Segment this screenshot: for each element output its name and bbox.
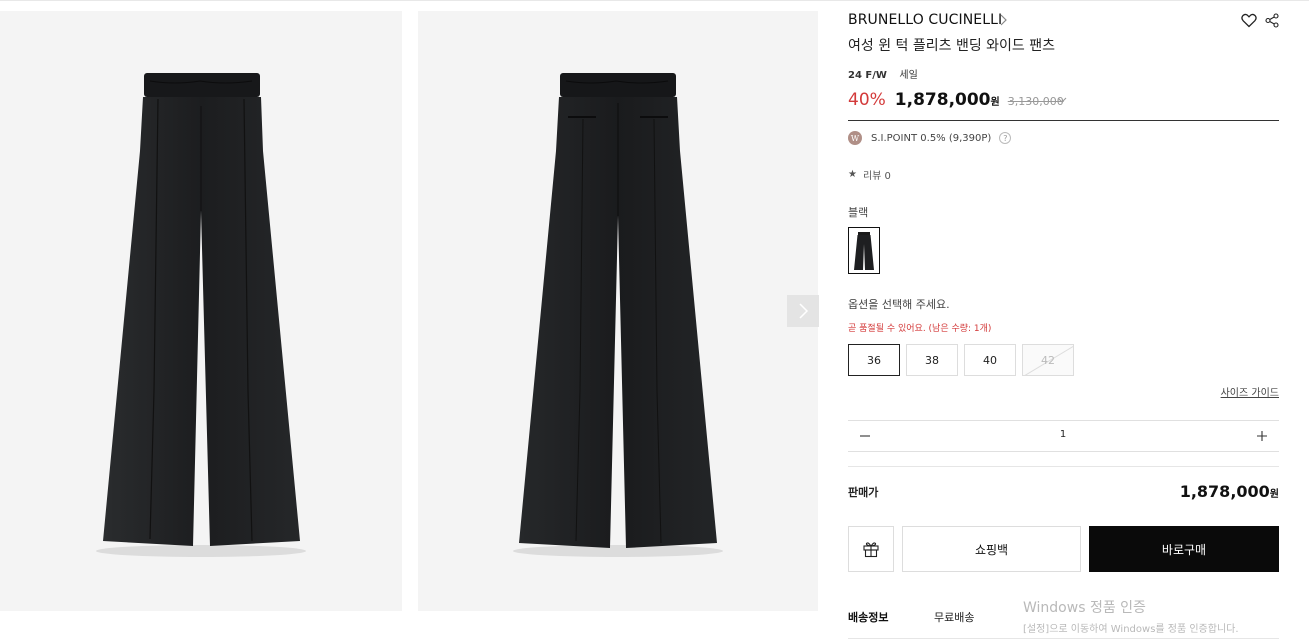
sale-price: 1,878,000 [894, 90, 991, 110]
size-option-42-label: 42 [1041, 353, 1055, 367]
summary-divider [848, 466, 1279, 467]
sale-tag: 세일 [899, 70, 918, 81]
total-price-value: 1,878,000 [1179, 482, 1270, 501]
product-tags: 24 F/W 세일 [848, 66, 927, 81]
brand-link[interactable]: BRUNELLO CUCINELLI [848, 12, 1002, 28]
quantity-value[interactable]: 1 [1028, 429, 1098, 440]
plus-icon[interactable] [1255, 429, 1269, 443]
minus-icon[interactable] [858, 429, 872, 443]
price-divider [848, 120, 1279, 121]
help-icon[interactable]: ? [999, 132, 1012, 144]
review-row[interactable]: ★ 리뷰 0 [848, 167, 891, 182]
product-image-front[interactable] [0, 11, 402, 611]
product-name: 여성 윈 턱 플리츠 밴딩 와이드 팬츠 [848, 38, 1056, 54]
shopping-bag-button[interactable]: 쇼핑백 [902, 526, 1081, 572]
price-row: 40% 1,878,000 원 3,130,000 [848, 90, 1073, 116]
season-tag: 24 F/W [848, 70, 887, 81]
color-swatch-black[interactable] [848, 227, 880, 274]
brand-row: BRUNELLO CUCINELLI [848, 10, 1279, 32]
quantity-stepper: 1 [848, 420, 1279, 452]
stock-warning: 곧 품절될 수 있어요. (남은 수량: 1개) [848, 324, 992, 334]
buy-now-button[interactable]: 바로구매 [1089, 526, 1279, 572]
shipping-value: 무료배송 [934, 611, 975, 624]
watermark-title: Windows 정품 인증 [1023, 600, 1146, 616]
chevron-right-icon[interactable] [999, 14, 1007, 26]
pants-thumbnail-icon [854, 231, 874, 270]
size-option-38[interactable]: 38 [906, 344, 958, 376]
size-option-40[interactable]: 40 [964, 344, 1016, 376]
watermark-subtitle: [설정]으로 이동하여 Windows를 정품 인증합니다. [1023, 624, 1239, 635]
shipping-label[interactable]: 배송정보 [848, 609, 888, 625]
points-badge-icon: W [848, 131, 862, 145]
color-label: 블랙 [848, 206, 869, 219]
size-option-36[interactable]: 36 [848, 344, 900, 376]
gallery-next-button[interactable] [787, 295, 819, 327]
total-price: 1,878,000원 [1180, 482, 1279, 501]
points-text: S.I.POINT 0.5% (9,390P) [871, 132, 992, 144]
product-info-panel: BRUNELLO CUCINELLI 여성 윈 턱 플리츠 밴딩 와이드 팬츠 … [848, 0, 1279, 640]
discount-rate: 40% [848, 90, 886, 110]
review-count: 리뷰 0 [862, 170, 891, 182]
star-icon: ★ [848, 168, 857, 180]
gift-button[interactable] [848, 526, 894, 572]
pants-back-photo [513, 73, 723, 557]
currency-unit: 원 [990, 97, 1000, 108]
option-prompt: 옵션을 선택해 주세요. [848, 298, 950, 311]
heart-icon[interactable] [1241, 13, 1257, 28]
points-row: W S.I.POINT 0.5% (9,390P) ? [848, 130, 1012, 146]
chevron-right-icon [799, 303, 809, 319]
share-icon[interactable] [1265, 13, 1279, 28]
size-guide-link[interactable]: 사이즈 가이드 [1221, 384, 1279, 399]
windows-activation-watermark: Windows 정품 인증 [설정]으로 이동하여 Windows를 정품 인증… [1023, 597, 1239, 635]
total-price-label: 판매가 [848, 486, 879, 499]
original-price: 3,130,000 [1007, 95, 1064, 108]
chevron-down-icon[interactable] [1057, 97, 1067, 104]
product-image-back[interactable] [418, 11, 818, 611]
gift-icon [863, 542, 879, 558]
total-currency-unit: 원 [1269, 489, 1279, 500]
shipping-divider [848, 638, 1279, 639]
pants-front-photo [96, 73, 306, 557]
size-option-42-soldout[interactable]: 42 [1022, 344, 1074, 376]
